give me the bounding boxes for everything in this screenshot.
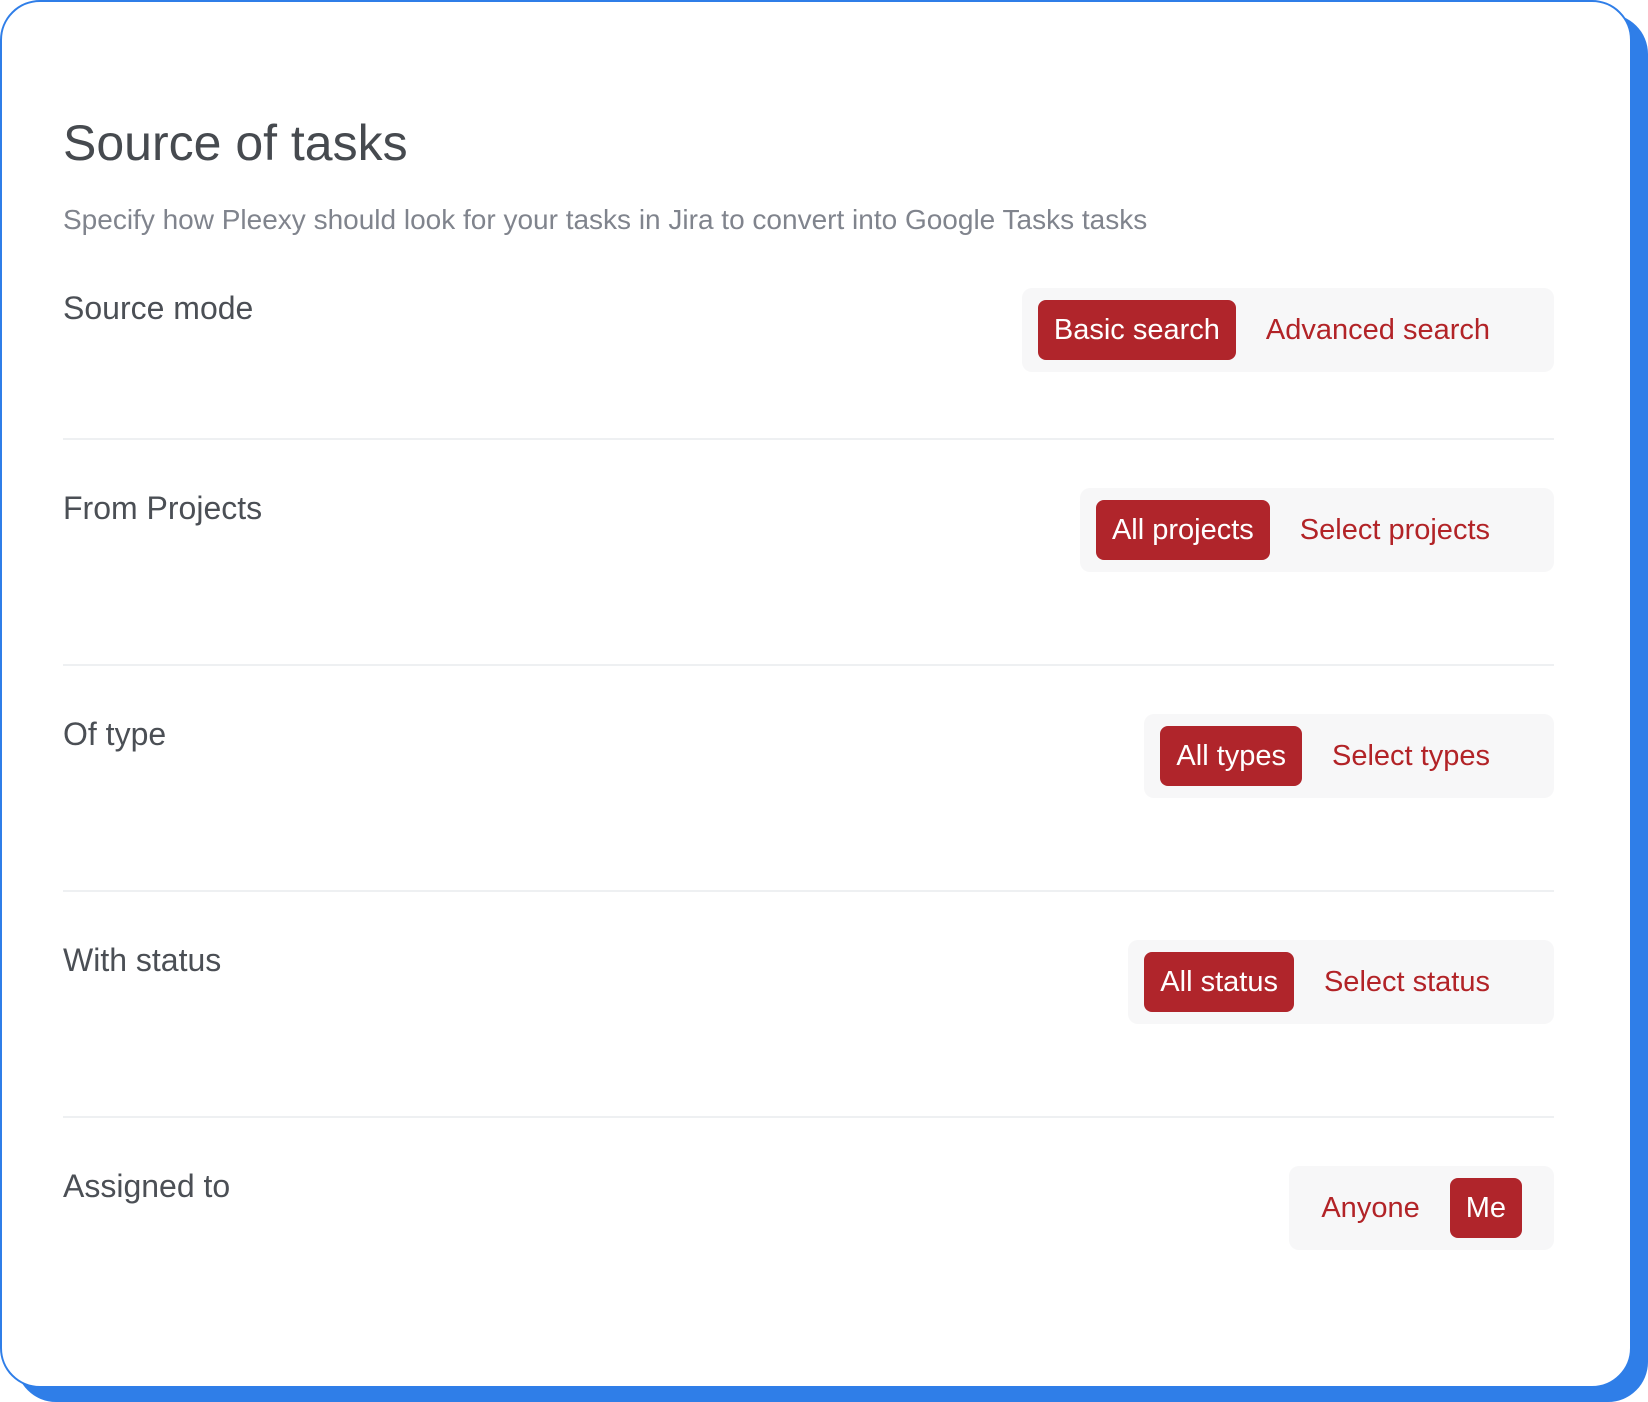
setting-row-source-mode: Source mode Basic search Advanced search [63,288,1554,440]
all-projects-option[interactable]: All projects [1095,500,1270,560]
me-option[interactable]: Me [1449,1178,1522,1238]
select-status-option[interactable]: Select status [1308,952,1506,1012]
advanced-search-option[interactable]: Advanced search [1250,300,1506,360]
assignee-toggle: Anyone Me [1289,1166,1554,1250]
status-toggle: All status Select status [1128,940,1554,1024]
select-projects-option[interactable]: Select projects [1284,500,1506,560]
all-types-option[interactable]: All types [1160,726,1303,786]
setting-row-status: With status All status Select status [63,892,1554,1118]
select-types-option[interactable]: Select types [1316,726,1506,786]
setting-row-assignee: Assigned to Anyone Me [63,1118,1554,1344]
projects-toggle: All projects Select projects [1079,488,1554,572]
setting-label: Of type [63,716,167,752]
type-toggle: All types Select types [1144,714,1554,798]
all-status-option[interactable]: All status [1144,952,1294,1012]
page-title: Source of tasks [63,115,408,171]
setting-label: Source mode [63,290,254,326]
settings-rows: Source mode Basic search Advanced search… [63,288,1554,1344]
anyone-option[interactable]: Anyone [1305,1178,1435,1238]
setting-label: Assigned to [63,1168,231,1204]
setting-label: With status [63,942,222,978]
basic-search-option[interactable]: Basic search [1037,300,1236,360]
setting-row-type: Of type All types Select types [63,666,1554,892]
source-mode-toggle: Basic search Advanced search [1021,288,1554,372]
page-subtitle: Specify how Pleexy should look for your … [63,204,1148,235]
setting-row-projects: From Projects All projects Select projec… [63,440,1554,666]
settings-card: Source of tasks Specify how Pleexy shoul… [0,0,1632,1388]
setting-label: From Projects [63,490,263,526]
